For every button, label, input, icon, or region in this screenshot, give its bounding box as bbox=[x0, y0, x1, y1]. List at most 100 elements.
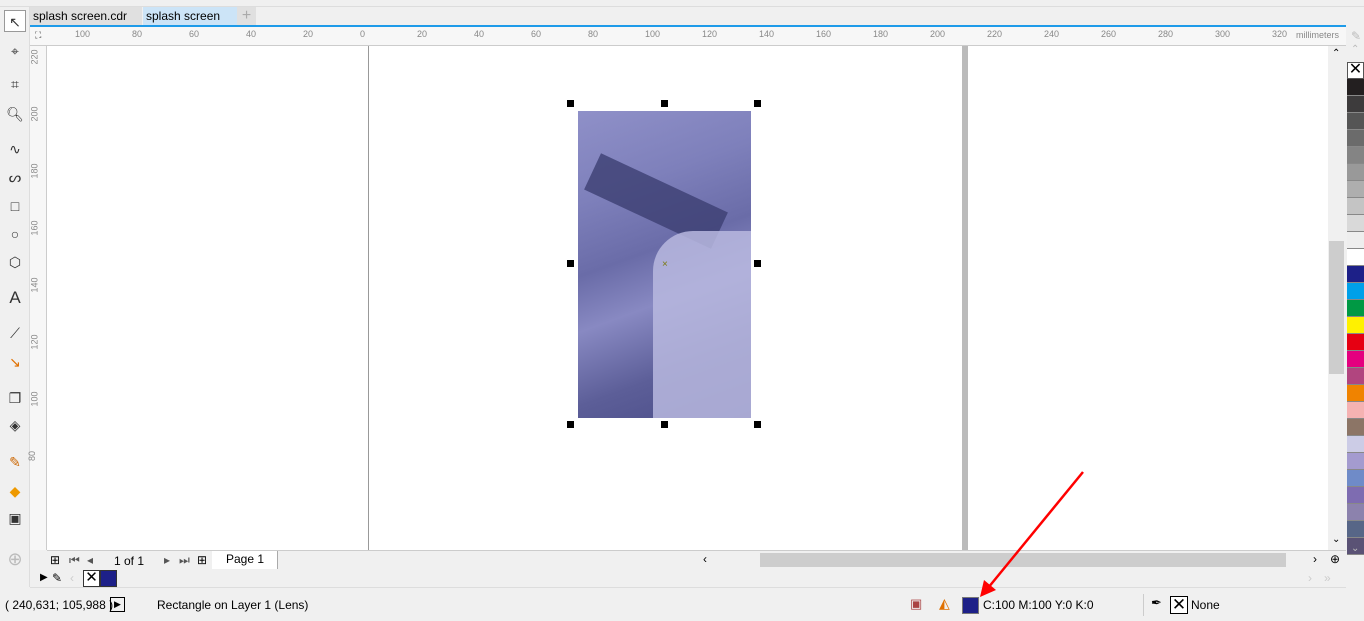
color-proof-icon[interactable]: ▣ bbox=[910, 596, 922, 612]
horizontal-ruler[interactable]: ⛶ 100 80 60 40 20 0 20 40 60 80 100 120 140 160 180 200… bbox=[30, 27, 1346, 46]
pick-tool-icon[interactable]: ↖ bbox=[4, 10, 26, 32]
palette-swatch[interactable] bbox=[1347, 147, 1364, 164]
new-tab-plus-icon[interactable]: + bbox=[237, 7, 256, 25]
palette-swatch[interactable] bbox=[1347, 487, 1364, 504]
palette-swatch[interactable] bbox=[1347, 198, 1364, 215]
connector-tool-icon[interactable]: ↘ bbox=[4, 351, 26, 373]
hscroll-left-icon[interactable]: ‹ bbox=[703, 552, 707, 566]
palette-swatch[interactable] bbox=[1347, 232, 1364, 249]
palette-swatch[interactable] bbox=[1347, 402, 1364, 419]
text-tool-icon[interactable]: A bbox=[4, 287, 26, 309]
palette-swatch[interactable] bbox=[1347, 164, 1364, 181]
palette-swatch[interactable] bbox=[1347, 419, 1364, 436]
vertical-ruler[interactable]: 220 200 180 160 140 120 100 80 bbox=[27, 46, 47, 550]
tab-splash-screen-cdr[interactable]: splash screen.cdr bbox=[30, 7, 142, 25]
palette-swatch[interactable] bbox=[1347, 181, 1364, 198]
strip-scroll-left-icon[interactable]: ‹ bbox=[70, 571, 74, 585]
selection-handle[interactable] bbox=[567, 421, 574, 428]
eyedropper-tool-icon[interactable]: ✎ bbox=[4, 451, 26, 473]
last-page-icon[interactable]: ⏭ bbox=[179, 553, 190, 568]
ruler-unit: millimeters bbox=[1296, 30, 1340, 40]
swatch-none-icon[interactable]: ✕ bbox=[1347, 62, 1364, 79]
vertical-scrollbar[interactable]: ⌃ ⌄ bbox=[1328, 46, 1346, 550]
palette-swatch[interactable] bbox=[1347, 283, 1364, 300]
page-tab[interactable]: Page 1 bbox=[212, 551, 278, 569]
palette-swatch[interactable] bbox=[1347, 334, 1364, 351]
dimension-tool-icon[interactable]: ⟋ bbox=[4, 322, 26, 344]
palette-swatch[interactable] bbox=[1347, 266, 1364, 283]
palette-swatch[interactable] bbox=[1347, 385, 1364, 402]
selection-handle[interactable] bbox=[754, 421, 761, 428]
horizontal-scroll-thumb[interactable] bbox=[760, 553, 1286, 567]
first-page-icon[interactable]: ⏮ bbox=[69, 553, 80, 568]
crop-tool-icon[interactable]: ⌗ bbox=[4, 73, 26, 95]
palette-swatch[interactable] bbox=[1347, 130, 1364, 147]
palette-swatch[interactable] bbox=[1347, 79, 1364, 96]
interactive-fill-icon[interactable]: ◆ bbox=[4, 480, 26, 502]
palette-eyedropper-icon[interactable]: ✎ bbox=[1351, 29, 1361, 43]
selection-handle[interactable] bbox=[661, 100, 668, 107]
palette-swatch[interactable] bbox=[1347, 504, 1364, 521]
eyedropper-icon[interactable]: ✎ bbox=[52, 571, 62, 585]
transparency-tool-icon[interactable]: ◈ bbox=[4, 414, 26, 436]
hscroll-right-icon[interactable]: › bbox=[1313, 552, 1317, 566]
selection-handle[interactable] bbox=[754, 260, 761, 267]
page-navigator: ⊞ ⏮ ◂ 1 of 1 ▸ ⏭ ⊞ Page 1 ‹ › ⊕ bbox=[47, 550, 1346, 569]
zoom-tool-icon[interactable]: 🔍︎ bbox=[4, 103, 26, 125]
selection-handle[interactable] bbox=[754, 100, 761, 107]
swatch-none-icon[interactable]: ✕ bbox=[83, 570, 100, 587]
outline-none-icon[interactable]: ✕ bbox=[1170, 596, 1188, 614]
outline-pen-icon[interactable]: ✒ bbox=[1151, 595, 1162, 611]
rectangle-tool-icon[interactable]: □ bbox=[4, 195, 26, 217]
drop-shadow-tool-icon[interactable]: ❐ bbox=[4, 387, 26, 409]
strip-scroll-right-icon[interactable]: › bbox=[1308, 571, 1312, 585]
lens-image-rectangle[interactable]: × bbox=[578, 111, 751, 418]
ruler-tick-label: 20 bbox=[303, 29, 314, 39]
freehand-tool-icon[interactable]: ∿ bbox=[4, 138, 26, 160]
palette-swatch[interactable] bbox=[1347, 113, 1364, 130]
scroll-up-icon[interactable]: ⌃ bbox=[1332, 48, 1340, 59]
palette-swatch[interactable] bbox=[1347, 96, 1364, 113]
fill-bucket-icon[interactable]: ◭ bbox=[939, 595, 950, 612]
selection-handle[interactable] bbox=[567, 260, 574, 267]
palette-swatch[interactable] bbox=[1347, 351, 1364, 368]
vertical-scroll-thumb[interactable] bbox=[1329, 241, 1344, 374]
artistic-media-icon[interactable]: ᔕ bbox=[4, 166, 26, 188]
smart-fill-icon[interactable]: ▣ bbox=[4, 507, 26, 529]
ruler-origin-icon[interactable]: ⛶ bbox=[35, 30, 41, 41]
play-arrow-icon[interactable]: ▶ bbox=[110, 597, 125, 612]
palette-swatch[interactable] bbox=[1347, 317, 1364, 334]
palette-scroll-up-icon[interactable]: ⌃ bbox=[1351, 44, 1359, 55]
drawing-canvas[interactable]: × bbox=[47, 46, 1328, 550]
ruler-tick-label: 200 bbox=[29, 106, 40, 122]
palette-scroll-down-icon[interactable]: ⌄ bbox=[1351, 543, 1359, 554]
strip-expand-icon[interactable]: » bbox=[1324, 571, 1331, 585]
selection-handle[interactable] bbox=[661, 421, 668, 428]
tab-splash-screen[interactable]: splash screen bbox=[143, 7, 237, 25]
ellipse-tool-icon[interactable]: ○ bbox=[4, 223, 26, 245]
fill-color-swatch[interactable] bbox=[962, 597, 979, 614]
palette-swatch[interactable] bbox=[1347, 453, 1364, 470]
palette-swatch[interactable] bbox=[1347, 300, 1364, 317]
prev-page-icon[interactable]: ◂ bbox=[87, 553, 93, 567]
add-page-before-icon[interactable]: ⊞ bbox=[50, 553, 60, 567]
palette-swatch[interactable] bbox=[1347, 436, 1364, 453]
next-page-icon[interactable]: ▸ bbox=[164, 553, 170, 567]
selection-handle[interactable] bbox=[567, 100, 574, 107]
scroll-down-icon[interactable]: ⌄ bbox=[1332, 534, 1340, 545]
polygon-tool-icon[interactable]: ⬡ bbox=[4, 251, 26, 273]
ruler-tick-label: 80 bbox=[27, 450, 38, 462]
palette-swatch[interactable] bbox=[1347, 521, 1364, 538]
palette-swatch[interactable] bbox=[1347, 215, 1364, 232]
zoom-navigator-icon[interactable]: ⊕ bbox=[1330, 552, 1340, 566]
shape-tool-icon[interactable]: ⌖ bbox=[4, 40, 26, 62]
object-info: Rectangle on Layer 1 (Lens) bbox=[157, 598, 309, 612]
add-tool-icon[interactable]: ⊕ bbox=[4, 548, 26, 570]
document-swatch[interactable] bbox=[100, 570, 117, 587]
add-page-after-icon[interactable]: ⊞ bbox=[197, 553, 207, 567]
ruler-tick-label: 240 bbox=[1044, 29, 1060, 39]
palette-swatch[interactable] bbox=[1347, 249, 1364, 266]
expand-arrow-icon[interactable]: ▶ bbox=[40, 572, 48, 583]
palette-swatch[interactable] bbox=[1347, 368, 1364, 385]
palette-swatch[interactable] bbox=[1347, 470, 1364, 487]
